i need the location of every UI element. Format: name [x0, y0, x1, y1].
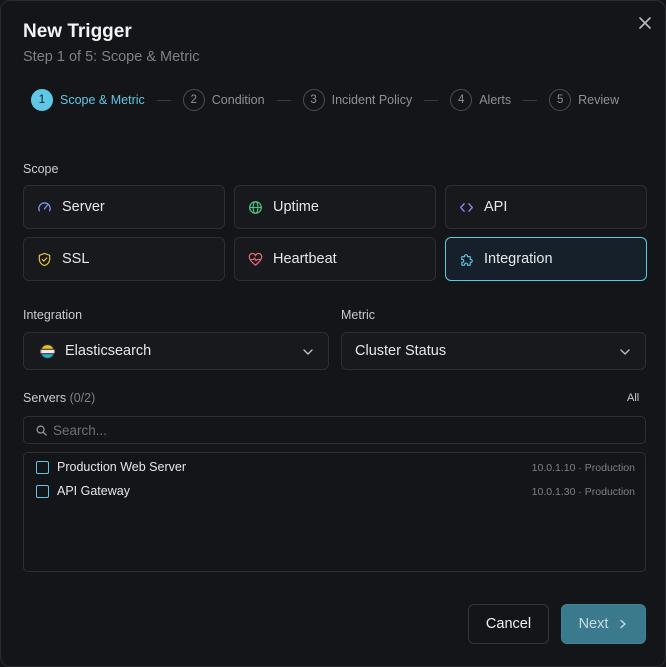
step-condition[interactable]: 2 Condition	[182, 89, 265, 111]
code-icon	[460, 202, 473, 212]
server-meta: 10.0.1.10 · Production	[531, 462, 635, 474]
server-search	[23, 416, 646, 444]
scope-option-ssl[interactable]: SSL	[23, 237, 225, 281]
servers-label: Servers (0/2)	[23, 391, 95, 405]
step-number: 1	[31, 89, 53, 111]
server-list: Production Web Server 10.0.1.10 · Produc…	[23, 452, 646, 572]
step-separator	[276, 99, 291, 101]
step-label: Condition	[211, 93, 265, 107]
server-row-api-gateway[interactable]: API Gateway 10.0.1.30 · Production	[24, 481, 645, 503]
server-meta: 10.0.1.30 · Production	[531, 486, 635, 498]
scope-option-label: Server	[62, 199, 105, 215]
heart-pulse-icon	[248, 252, 263, 266]
stepper: 1 Scope & Metric 2 Condition 3 Incident …	[31, 87, 619, 113]
globe-icon	[249, 200, 262, 214]
integration-select[interactable]: Elasticsearch	[23, 332, 329, 370]
scope-option-label: SSL	[62, 251, 90, 267]
scope-label: Scope	[23, 162, 59, 176]
step-incident-policy[interactable]: 3 Incident Policy	[302, 89, 413, 111]
step-scope-metric[interactable]: 1 Scope & Metric	[31, 89, 145, 111]
search-icon	[36, 425, 47, 436]
dialog-title: New Trigger	[23, 21, 132, 42]
metric-value: Cluster Status	[355, 343, 447, 359]
scope-option-server[interactable]: Server	[23, 185, 225, 229]
integration-label: Integration	[23, 308, 83, 322]
step-label: Review	[578, 93, 620, 107]
elasticsearch-logo	[40, 343, 55, 359]
step-separator	[424, 99, 439, 101]
server-checkbox[interactable]	[36, 485, 49, 498]
server-checkbox[interactable]	[36, 461, 49, 474]
scope-option-label: API	[484, 199, 508, 215]
servers-label-text: Servers	[23, 391, 67, 405]
scope-options: Server Uptime API SSL Heartbeat Integrat…	[23, 185, 647, 281]
next-button-label: Next	[578, 616, 609, 632]
servers-count: (0/2)	[69, 391, 96, 405]
chevron-down-icon	[620, 349, 630, 355]
scope-option-heartbeat[interactable]: Heartbeat	[234, 237, 436, 281]
step-review[interactable]: 5 Review	[549, 89, 619, 111]
metric-select[interactable]: Cluster Status	[341, 332, 646, 370]
server-row-production-web-server[interactable]: Production Web Server 10.0.1.10 · Produc…	[24, 457, 645, 479]
step-alerts[interactable]: 4 Alerts	[450, 89, 511, 111]
step-number: 3	[302, 89, 325, 111]
step-label: Incident Policy	[331, 93, 413, 107]
chevron-right-icon	[620, 619, 627, 629]
puzzle-icon	[461, 253, 473, 266]
scope-option-api[interactable]: API	[445, 185, 647, 229]
cancel-button[interactable]: Cancel	[468, 604, 549, 644]
metric-label: Metric	[341, 308, 376, 322]
dialog-subtitle: Step 1 of 5: Scope & Metric	[23, 49, 200, 65]
server-name: Production Web Server	[57, 460, 186, 474]
select-all-button[interactable]: All	[627, 392, 639, 404]
step-label: Scope & Metric	[60, 93, 145, 107]
integration-value: Elasticsearch	[65, 343, 152, 359]
step-number: 4	[450, 89, 473, 111]
new-trigger-dialog: New Trigger Step 1 of 5: Scope & Metric …	[0, 0, 666, 667]
step-number: 2	[182, 89, 205, 111]
step-separator	[156, 99, 171, 101]
scope-option-integration[interactable]: Integration	[445, 237, 647, 281]
step-label: Alerts	[479, 93, 512, 107]
step-separator	[523, 99, 538, 101]
gauge-icon	[38, 201, 51, 211]
shield-icon	[38, 252, 51, 266]
close-icon[interactable]	[637, 15, 653, 31]
server-name: API Gateway	[57, 484, 130, 498]
search-input[interactable]	[53, 422, 633, 438]
scope-option-label: Integration	[484, 251, 553, 267]
step-number: 5	[549, 89, 572, 111]
next-button[interactable]: Next	[561, 604, 646, 644]
chevron-down-icon	[303, 349, 313, 355]
scope-option-label: Heartbeat	[273, 251, 337, 267]
scope-option-label: Uptime	[273, 199, 319, 215]
scope-option-uptime[interactable]: Uptime	[234, 185, 436, 229]
